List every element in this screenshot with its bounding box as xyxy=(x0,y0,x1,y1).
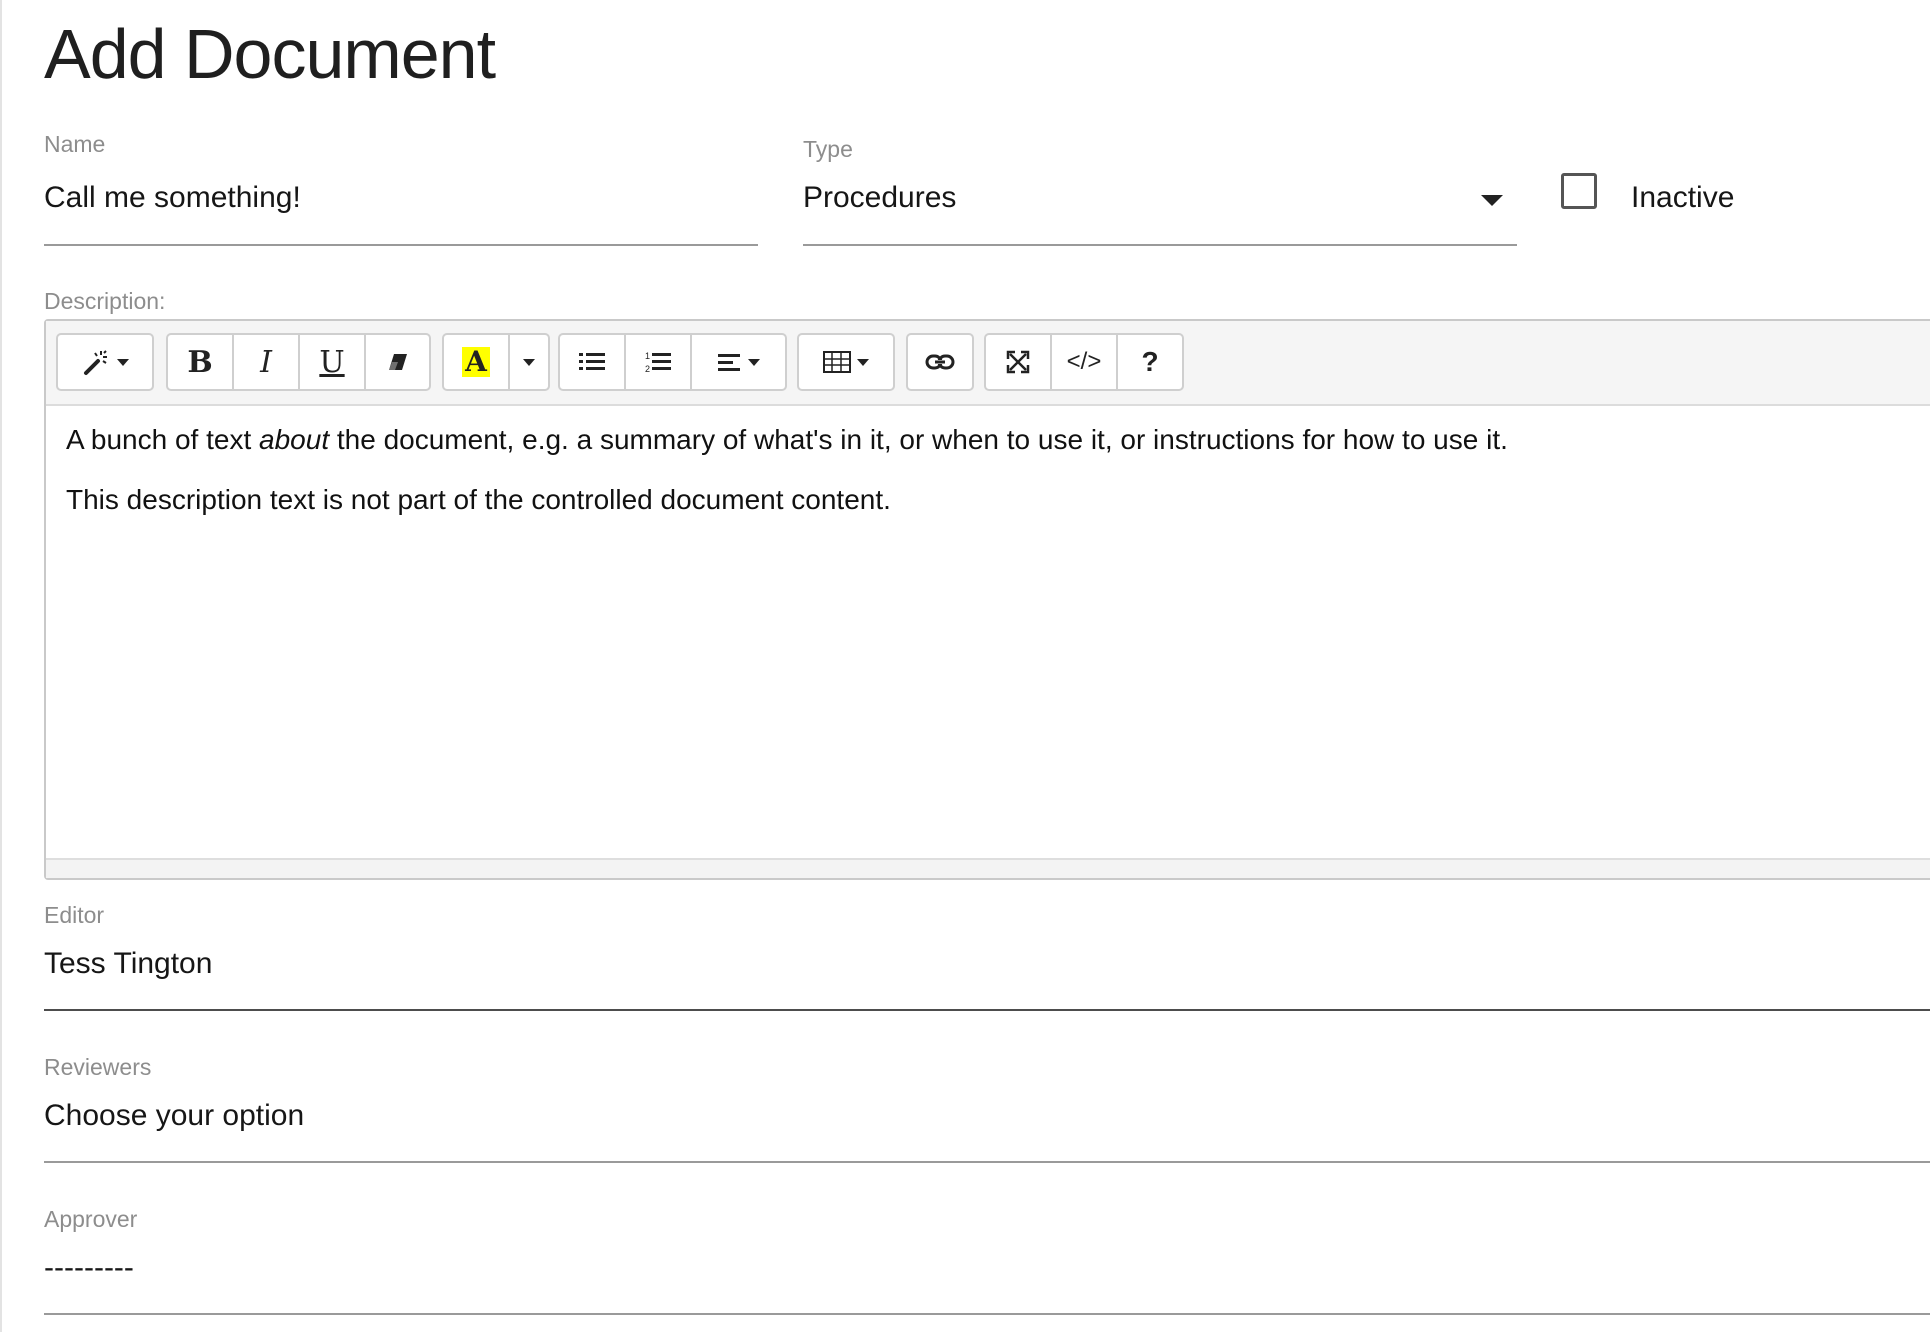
name-input-underline xyxy=(44,244,758,246)
editor-label: Editor xyxy=(44,902,105,928)
font-color-button[interactable]: A xyxy=(444,335,510,389)
type-dropdown-caret-icon[interactable] xyxy=(1481,195,1503,206)
ordered-list-icon: 1 2 xyxy=(645,351,671,374)
reviewers-label: Reviewers xyxy=(44,1054,152,1080)
toolbar-group-paragraph: 1 2 xyxy=(558,333,787,391)
approver-label: Approver xyxy=(44,1206,138,1232)
eraser-icon xyxy=(388,354,407,370)
description-label: Description: xyxy=(44,288,166,314)
toolbar-group-color: A xyxy=(442,333,550,391)
page-left-border xyxy=(0,0,2,1332)
table-icon xyxy=(823,351,851,373)
type-select-underline xyxy=(803,244,1517,246)
toolbar-group-font: B I U xyxy=(166,333,431,391)
svg-text:2: 2 xyxy=(645,364,650,374)
italic-button[interactable]: I xyxy=(234,335,300,389)
toolbar-group-table xyxy=(797,333,895,391)
name-label: Name xyxy=(44,131,106,157)
reviewers-select-underline xyxy=(44,1161,1930,1163)
font-color-dropdown-button[interactable] xyxy=(510,335,548,389)
unordered-list-icon xyxy=(579,353,605,370)
link-icon xyxy=(925,354,955,370)
align-dropdown-caret-icon xyxy=(747,358,760,366)
name-input[interactable]: Call me something! xyxy=(44,181,301,215)
description-emphasis: about xyxy=(259,424,330,455)
svg-text:1: 1 xyxy=(645,351,650,361)
toolbar-group-insert xyxy=(906,333,974,391)
table-dropdown-caret-icon xyxy=(857,358,869,366)
fullscreen-icon xyxy=(1006,350,1030,374)
description-paragraph-2: This description text is not part of the… xyxy=(66,484,891,515)
approver-select[interactable]: --------- xyxy=(44,1251,134,1285)
align-left-icon xyxy=(717,354,740,371)
ordered-list-button[interactable]: 1 2 xyxy=(626,335,692,389)
underline-button[interactable]: U xyxy=(300,335,366,389)
inactive-label[interactable]: Inactive xyxy=(1631,181,1734,215)
fullscreen-button[interactable] xyxy=(986,335,1052,389)
page-title: Add Document xyxy=(44,15,496,93)
editor-select-underline xyxy=(44,1009,1930,1011)
color-dropdown-caret-icon xyxy=(523,358,535,366)
editor-select[interactable]: Tess Tington xyxy=(44,947,212,981)
code-view-button[interactable]: </> xyxy=(1052,335,1118,389)
reviewers-select[interactable]: Choose your option xyxy=(44,1099,304,1133)
font-color-icon: A xyxy=(462,347,490,377)
editor-toolbar: B I U A 1 2 </> ? xyxy=(46,321,1930,406)
link-button[interactable] xyxy=(908,335,972,389)
table-button[interactable] xyxy=(799,335,893,389)
approver-select-underline xyxy=(44,1313,1930,1315)
type-select[interactable]: Procedures xyxy=(803,181,956,215)
unordered-list-button[interactable] xyxy=(560,335,626,389)
align-button[interactable] xyxy=(692,335,785,389)
description-text: A bunch of text xyxy=(66,424,260,455)
magic-wand-icon xyxy=(84,350,107,375)
style-button[interactable] xyxy=(58,335,152,389)
clear-format-button[interactable] xyxy=(366,335,429,389)
editor-resize-bar[interactable] xyxy=(46,858,1930,878)
editor-content-area[interactable]: A bunch of text about the document, e.g.… xyxy=(66,421,1930,541)
type-label: Type xyxy=(803,136,853,162)
description-paragraph-1: A bunch of text about the document, e.g.… xyxy=(66,421,1930,459)
style-dropdown-caret-icon xyxy=(117,358,129,366)
toolbar-group-style xyxy=(56,333,154,391)
description-text-cont: the document, e.g. a summary of what's i… xyxy=(329,424,1508,455)
inactive-checkbox[interactable] xyxy=(1561,173,1597,209)
rich-text-editor: B I U A 1 2 </> ? A bunch of text about … xyxy=(44,319,1930,880)
help-button[interactable]: ? xyxy=(1118,335,1182,389)
toolbar-group-view: </> ? xyxy=(984,333,1184,391)
bold-button[interactable]: B xyxy=(168,335,234,389)
